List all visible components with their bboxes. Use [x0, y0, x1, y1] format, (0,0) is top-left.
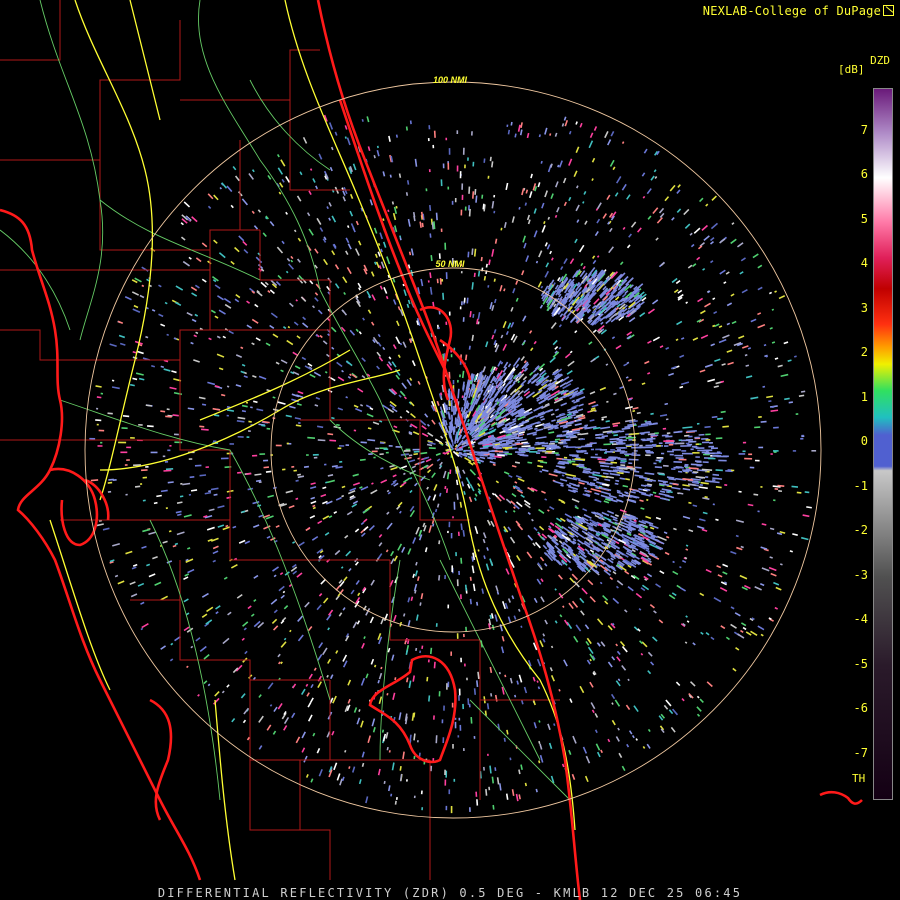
range-ring-label-50: 50 NMI	[435, 259, 465, 269]
nexlab-logo-icon	[883, 5, 894, 16]
radar-map: 50 NMI 100 NMI	[0, 0, 863, 900]
legend-tick-label: 3	[860, 300, 868, 315]
coastline	[0, 0, 863, 900]
legend-tick-label: -7	[853, 745, 868, 760]
legend-tick-label: 0	[860, 434, 868, 448]
legend-tick-label: -4	[853, 612, 868, 626]
legend-tick-label: 2	[860, 345, 868, 359]
credit-label: NEXLAB-College of DuPage	[703, 4, 894, 18]
legend-tick-label: -1	[853, 478, 868, 493]
legend-colorbar	[873, 88, 893, 800]
legend-threshold-label: TH	[852, 772, 866, 785]
legend-tick-label: 1	[860, 389, 868, 404]
radar-display: 50 NMI 100 NMI NEXLAB-College of DuPage …	[0, 0, 900, 900]
legend-tick-label: -2	[853, 523, 868, 537]
product-caption: DIFFERENTIAL REFLECTIVITY (ZDR) 0.5 DEG …	[157, 886, 743, 900]
legend-tick-label: 6	[860, 167, 868, 181]
legend-tick-label: -5	[853, 656, 868, 671]
legend-tick-label: -3	[853, 567, 868, 582]
lake-okeechobee	[368, 654, 457, 764]
range-ring-label-100: 100 NMI	[433, 75, 468, 85]
legend-tick-label: -6	[853, 701, 868, 715]
legend-tick-label: 7	[860, 122, 868, 137]
legend-tick-label: 5	[860, 211, 868, 226]
legend-unit: [dB]	[838, 63, 865, 76]
credit-text: NEXLAB-College of DuPage	[702, 4, 881, 18]
legend-tick-label: 4	[860, 256, 868, 270]
radar-echo-layer	[89, 114, 817, 814]
legend-title: DZD	[870, 54, 890, 67]
